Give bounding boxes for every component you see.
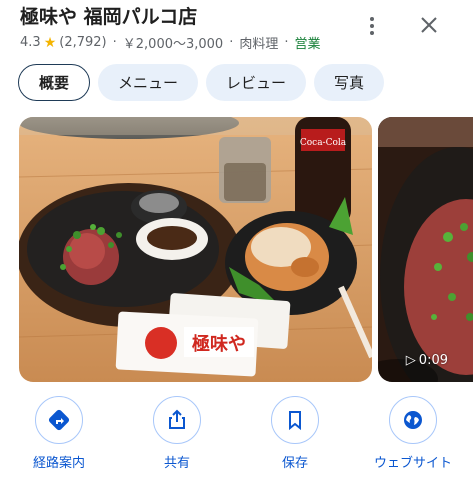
website-button[interactable]: ウェブサイト [368,396,458,471]
sign-text: 極味や [192,333,246,355]
video-duration: 0:09 [418,353,448,368]
share-label: 共有 [163,456,190,471]
website-label: ウェブサイト [373,456,452,471]
separator-dot: · [229,35,234,50]
review-count[interactable]: (2,792) [59,35,106,50]
tab-bar: 概要 メニュー レビュー 写真 [18,64,385,101]
place-meta: 4.3 ★ (2,792) · ￥2,000～3,000 · 肉料理 · 営業 [20,33,360,53]
play-icon: ▷ [405,353,416,368]
share-button[interactable]: 共有 [132,396,222,471]
tab-reviews[interactable]: レビュー [206,64,307,101]
globe-icon [389,396,437,444]
main-photo[interactable]: Coca-Cola 極味や [19,117,372,382]
share-icon [153,396,201,444]
save-button[interactable]: 保存 [250,396,340,471]
open-status: 営業 [294,37,321,52]
separator-dot: · [284,35,289,50]
tab-photos[interactable]: 写真 [314,64,385,101]
more-vert-icon[interactable] [360,12,384,40]
save-label: 保存 [281,456,308,471]
star-icon: ★ [43,34,57,51]
place-header: 極味や 福岡パルコ店 4.3 ★ (2,792) · ￥2,000～3,000 … [20,4,360,52]
video-duration-badge: ▷ 0:09 [406,353,448,368]
category: 肉料理 [239,37,279,52]
tab-menu[interactable]: メニュー [98,64,199,101]
price-range: ￥2,000～3,000 [122,37,224,52]
directions-button[interactable]: 経路案内 [14,396,104,471]
video-thumbnail[interactable]: ▷ 0:09 [378,117,473,382]
directions-label: 経路案内 [32,456,85,471]
bottle-label-text: Coca-Cola [300,138,347,148]
directions-icon [35,396,83,444]
action-bar: 経路案内 共有 保存 ウェブサイト [0,396,473,476]
place-title: 極味や 福岡パルコ店 [20,6,198,28]
separator-dot: · [112,35,117,50]
bookmark-icon [271,396,319,444]
close-icon[interactable] [414,10,444,40]
rating-value: 4.3 [20,35,41,50]
tab-overview[interactable]: 概要 [18,64,91,101]
